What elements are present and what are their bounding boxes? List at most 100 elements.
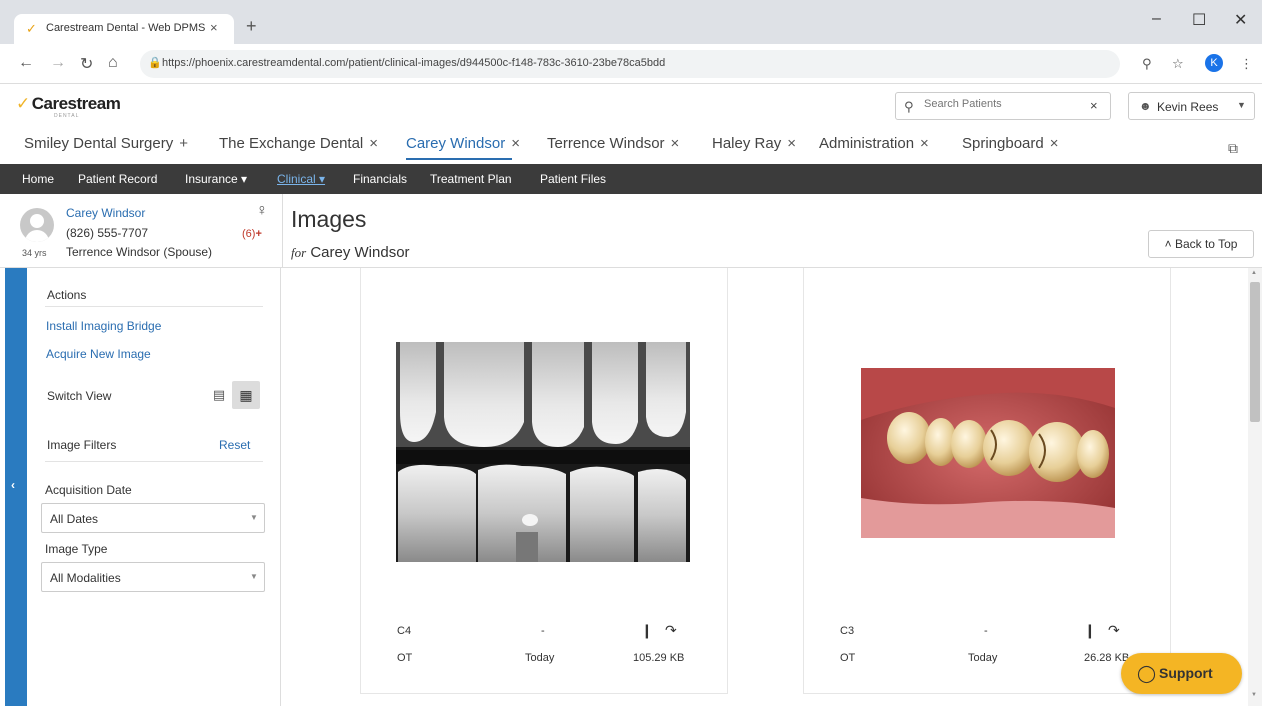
patient-search: ⚲ ×	[895, 92, 1111, 120]
image-type-select[interactable]: All Modalities ▼	[41, 562, 265, 592]
logo-subtext: DENTAL	[54, 113, 80, 119]
patient-phone: (826) 555-7707	[66, 226, 149, 240]
address-bar[interactable]: 🔒 https://phoenix.carestreamdental.com/p…	[140, 50, 1120, 78]
tab-the-exchange-dental[interactable]: The Exchange Dental ×	[219, 135, 378, 152]
close-icon[interactable]: ×	[511, 135, 520, 152]
image-type-label: Image Type	[45, 542, 108, 556]
close-icon[interactable]: ×	[787, 135, 796, 152]
tab-label: Springboard	[962, 135, 1044, 152]
intraoral-photo-thumbnail[interactable]	[861, 368, 1115, 538]
xray-thumbnail[interactable]	[396, 342, 690, 562]
nav-insurance[interactable]: Insurance ▾	[185, 172, 247, 186]
tab-haley-ray[interactable]: Haley Ray ×	[712, 135, 796, 152]
support-button[interactable]: ◯ Support	[1121, 653, 1242, 694]
image-size: 26.28 KB	[1084, 652, 1130, 664]
for-patient-name: Carey Windsor	[310, 244, 410, 261]
tab-label: Haley Ray	[712, 135, 782, 152]
page-subtitle: for Carey Windsor	[291, 244, 410, 261]
maximize-window-button[interactable]: ☐	[1192, 10, 1206, 30]
chevron-down-icon: ▼	[1237, 100, 1246, 110]
search-clear-icon[interactable]: ×	[1090, 98, 1098, 113]
acquisition-date-select[interactable]: All Dates ▼	[41, 503, 265, 533]
close-icon[interactable]: ×	[671, 135, 680, 152]
user-icon: ☻	[1139, 99, 1152, 113]
medical-alerts-badge[interactable]: (6)+	[242, 228, 262, 240]
header-divider	[282, 194, 283, 268]
nav-patient-record[interactable]: Patient Record	[78, 172, 157, 186]
profile-avatar-icon[interactable]: K	[1205, 54, 1223, 72]
search-patients-input[interactable]	[924, 98, 1074, 110]
browser-tab[interactable]: ✓ Carestream Dental - Web DPMS ×	[14, 14, 234, 44]
alert-count: (6)	[242, 228, 256, 240]
acquisition-date-label: Acquisition Date	[45, 483, 132, 497]
image-card[interactable]: C3 - ❙ ↷ OT Today 26.28 KB	[803, 268, 1171, 694]
tab-label: Administration	[819, 135, 915, 152]
image-type-value: All Modalities	[50, 571, 121, 585]
tab-smiley-dental-surgery[interactable]: Smiley Dental Surgery +	[24, 135, 188, 152]
user-menu-button[interactable]: ☻ Kevin Rees ▼	[1128, 92, 1255, 120]
popout-window-icon[interactable]: ⧉	[1228, 140, 1238, 157]
chevron-up-icon: ˄	[1164, 237, 1172, 251]
tab-springboard[interactable]: Springboard ×	[962, 135, 1059, 152]
carestream-logo[interactable]: ✓ Carestream	[16, 94, 121, 114]
info-icon[interactable]: ❙	[641, 622, 653, 639]
sidebar-collapse-strip[interactable]: ‹	[5, 268, 27, 706]
nav-clinical[interactable]: Clinical ▾	[277, 172, 325, 186]
divider	[45, 306, 263, 307]
tab-label: Smiley Dental Surgery	[24, 135, 174, 152]
patient-name-link[interactable]: Carey Windsor	[66, 206, 145, 220]
scrollbar-thumb[interactable]	[1250, 282, 1260, 422]
content-scrollbar[interactable]: ▲ ▼	[1248, 268, 1262, 706]
lock-icon: 🔒	[148, 57, 162, 69]
image-filters-heading: Image Filters	[47, 438, 117, 452]
install-imaging-bridge-link[interactable]: Install Imaging Bridge	[46, 319, 161, 333]
close-icon[interactable]: ×	[369, 135, 378, 152]
chevron-left-icon: ‹	[11, 478, 15, 492]
grid-view-icon[interactable]: ▦	[232, 381, 260, 409]
close-window-button[interactable]: ✕	[1234, 10, 1247, 30]
patient-avatar	[20, 208, 54, 242]
patient-tabs: Smiley Dental Surgery + The Exchange Dent…	[0, 130, 1262, 164]
back-to-top-button[interactable]: ˄ Back to Top	[1148, 230, 1254, 258]
tab-carey-windsor[interactable]: Carey Windsor ×	[406, 135, 520, 152]
image-type: OT	[397, 652, 413, 664]
tab-administration[interactable]: Administration ×	[819, 135, 929, 152]
nav-patient-files[interactable]: Patient Files	[540, 172, 606, 186]
image-type: OT	[840, 652, 856, 664]
logo-check-icon: ✓	[16, 94, 30, 113]
scroll-down-icon[interactable]: ▼	[1251, 692, 1257, 698]
browser-tab-close-icon[interactable]: ×	[210, 20, 218, 35]
bookmark-star-icon[interactable]: ☆	[1172, 56, 1184, 72]
add-icon[interactable]: +	[179, 135, 188, 152]
tab-terrence-windsor[interactable]: Terrence Windsor ×	[547, 135, 679, 152]
divider	[45, 461, 263, 462]
export-icon[interactable]: ↷	[1108, 622, 1120, 639]
image-card[interactable]: C4 - ❙ ↷ OT Today 105.29 KB	[360, 268, 728, 694]
minimize-window-button[interactable]: –	[1152, 10, 1161, 28]
chat-bubble-icon: ◯	[1137, 664, 1157, 683]
reload-icon[interactable]: ↻	[80, 54, 93, 74]
for-label: for	[291, 245, 307, 260]
forward-arrow-icon[interactable]: →	[50, 54, 66, 72]
chevron-down-icon: ▼	[250, 513, 258, 522]
key-icon[interactable]: ⚲	[1142, 56, 1152, 72]
export-icon[interactable]: ↷	[665, 622, 677, 639]
reset-filters-link[interactable]: Reset	[219, 438, 250, 452]
list-view-icon[interactable]: ▤	[208, 383, 230, 407]
nav-home[interactable]: Home	[22, 172, 54, 186]
browser-menu-icon[interactable]: ⋮	[1240, 56, 1253, 72]
close-icon[interactable]: ×	[920, 135, 929, 152]
back-arrow-icon[interactable]: ←	[18, 54, 34, 72]
support-label: Support	[1159, 665, 1213, 681]
carestream-favicon-icon: ✓	[26, 21, 37, 36]
actions-heading: Actions	[47, 288, 87, 302]
nav-financials[interactable]: Financials	[353, 172, 407, 186]
female-icon: ♀	[256, 202, 268, 219]
new-tab-button[interactable]: +	[246, 16, 257, 37]
home-icon[interactable]: ⌂	[108, 54, 118, 72]
close-icon[interactable]: ×	[1050, 135, 1059, 152]
info-icon[interactable]: ❙	[1084, 622, 1096, 639]
scroll-up-icon[interactable]: ▲	[1251, 270, 1257, 276]
nav-treatment-plan[interactable]: Treatment Plan	[430, 172, 512, 186]
acquire-new-image-link[interactable]: Acquire New Image	[46, 347, 151, 361]
